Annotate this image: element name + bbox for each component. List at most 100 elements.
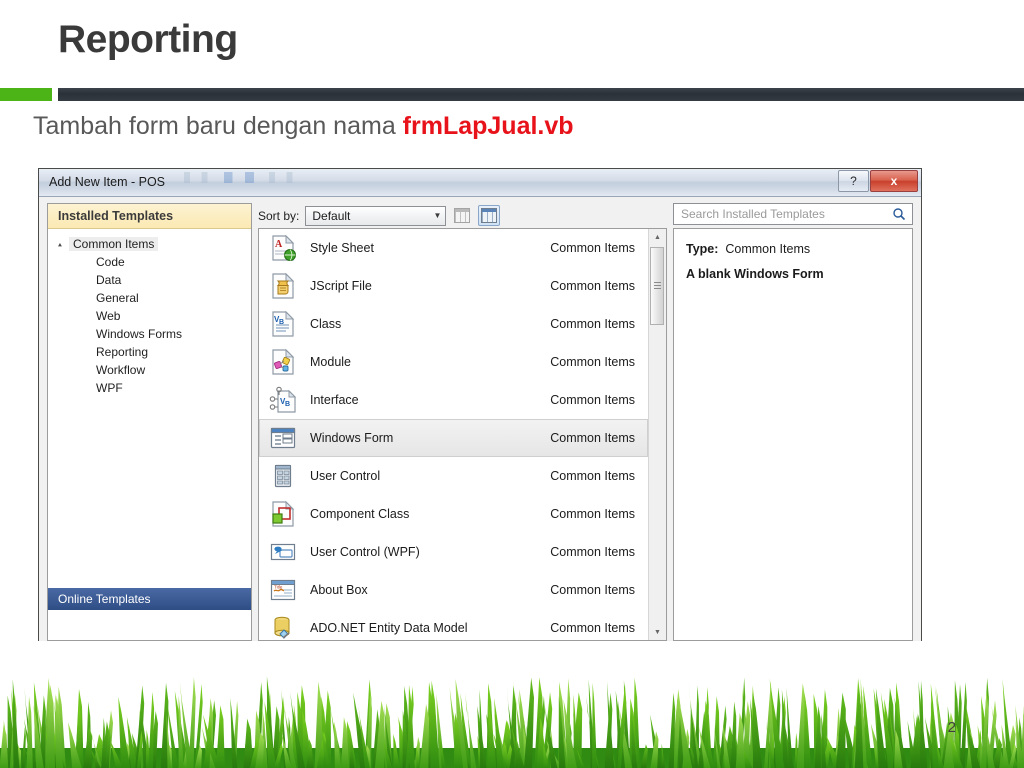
- search-input[interactable]: Search Installed Templates: [681, 207, 825, 221]
- scrollbar-grip-icon: [654, 282, 661, 289]
- style-sheet-icon: A: [268, 233, 298, 263]
- list-item-name: Component Class: [310, 507, 410, 521]
- expander-triangle-icon[interactable]: ▴: [58, 240, 69, 248]
- list-item-name: Interface: [310, 393, 359, 407]
- type-label: Type:: [686, 242, 719, 256]
- templates-list-column: Sort by: Default ▼ A Style Sheet Common …: [258, 203, 667, 641]
- list-item[interactable]: JScript File Common Items: [259, 267, 648, 305]
- tree-item-web[interactable]: Web: [48, 307, 251, 325]
- svg-text:B: B: [285, 401, 290, 408]
- tree-item-label: Web: [96, 309, 121, 323]
- page-number: 2: [947, 719, 956, 736]
- list-item[interactable]: A Style Sheet Common Items: [259, 229, 648, 267]
- list-item-name: Class: [310, 317, 342, 331]
- close-button[interactable]: x: [870, 170, 918, 192]
- tree-item-label: Data: [96, 273, 122, 287]
- list-item-category: Common Items: [550, 583, 635, 597]
- list-item[interactable]: V B Interface Common Items: [259, 381, 648, 419]
- templates-list-scrollbar[interactable]: ▲ ▼: [648, 229, 666, 640]
- list-item-name: Module: [310, 355, 351, 369]
- list-item[interactable]: V B Class Common Items: [259, 305, 648, 343]
- list-item-name: Style Sheet: [310, 241, 374, 255]
- slide-subtitle: Tambah form baru dengan nama frmLapJual.…: [33, 112, 574, 141]
- module-icon: [268, 347, 298, 377]
- add-new-item-dialog: Add New Item - POS ? x Installed Templat…: [38, 168, 922, 641]
- scrollbar-thumb[interactable]: [650, 247, 664, 325]
- tree-item-windows-forms[interactable]: Windows Forms: [48, 325, 251, 343]
- help-button[interactable]: ?: [838, 170, 869, 192]
- sort-by-label: Sort by:: [258, 208, 300, 223]
- scroll-down-button[interactable]: ▼: [649, 624, 666, 640]
- sort-by-value: Default: [312, 208, 351, 223]
- titlebar-ghost-toolbar: [174, 172, 299, 183]
- list-item[interactable]: Title About Box Common Items: [259, 571, 648, 609]
- list-item[interactable]: Windows Form Common Items: [259, 419, 648, 457]
- tree-item-reporting[interactable]: Reporting: [48, 343, 251, 361]
- tree-item-code[interactable]: Code: [48, 253, 251, 271]
- list-item-category: Common Items: [550, 431, 635, 445]
- list-item-name: Windows Form: [310, 431, 394, 445]
- list-toolbar: Sort by: Default ▼: [258, 203, 667, 228]
- component-class-icon: [268, 499, 298, 529]
- tree-item-label: Windows Forms: [96, 327, 183, 341]
- list-item[interactable]: Module Common Items: [259, 343, 648, 381]
- list-item[interactable]: Component Class Common Items: [259, 495, 648, 533]
- tree-item-label: Workflow: [96, 363, 146, 377]
- tree-item-workflow[interactable]: Workflow: [48, 361, 251, 379]
- list-item-category: Common Items: [550, 279, 635, 293]
- interface-icon: VB: [268, 385, 298, 415]
- ado-net-entity-data-model-icon: [268, 613, 298, 640]
- subtitle-text: Tambah form baru dengan nama: [33, 112, 403, 140]
- left-pane-filler: [48, 610, 251, 640]
- dialog-body: Installed Templates ▴ Common Items Code Dat…: [39, 197, 921, 641]
- jscript-file-icon: [268, 271, 298, 301]
- list-item[interactable]: User Control Common Items: [259, 457, 648, 495]
- installed-templates-pane: Installed Templates ▴ Common Items Code Dat…: [47, 203, 252, 641]
- svg-text:B: B: [279, 319, 284, 326]
- sort-by-select[interactable]: Default ▼: [305, 205, 447, 226]
- slide: Reporting Tambah form baru dengan nama f…: [0, 0, 1024, 768]
- tree-item-common-items[interactable]: ▴ Common Items: [48, 235, 251, 253]
- sidebar-item-online-templates[interactable]: Online Templates: [48, 588, 251, 610]
- templates-list-container: A Style Sheet Common Items JScript File Comm…: [258, 228, 667, 641]
- windows-form-icon: [268, 423, 298, 453]
- user-control-wpf-icon: [268, 537, 298, 567]
- list-item-category: Common Items: [550, 621, 635, 635]
- template-type-line: Type: Common Items: [686, 242, 900, 256]
- list-item-name: ADO.NET Entity Data Model: [310, 621, 468, 635]
- dialog-titlebar[interactable]: Add New Item - POS ? x: [39, 169, 921, 197]
- list-item-name: User Control: [310, 469, 381, 483]
- small-icons-view-icon: [454, 208, 471, 223]
- list-item-category: Common Items: [550, 393, 635, 407]
- dialog-title: Add New Item - POS: [49, 175, 166, 189]
- svg-text:Title: Title: [274, 585, 283, 590]
- list-item[interactable]: User Control (WPF) Common Items: [259, 533, 648, 571]
- tree-item-data[interactable]: Data: [48, 271, 251, 289]
- list-item-category: Common Items: [550, 545, 635, 559]
- svg-text:A: A: [275, 239, 283, 250]
- small-icons-view-button[interactable]: [451, 205, 473, 226]
- accent-rule-green: [0, 88, 52, 101]
- type-value: Common Items: [725, 242, 811, 256]
- search-templates-field[interactable]: Search Installed Templates: [673, 203, 913, 225]
- template-description: A blank Windows Form: [686, 267, 824, 281]
- large-icons-view-button[interactable]: [478, 205, 501, 226]
- list-item-category: Common Items: [550, 469, 635, 483]
- templates-list[interactable]: A Style Sheet Common Items JScript File Comm…: [259, 229, 648, 640]
- template-details-pane: Type: Common Items A blank Windows Form: [673, 228, 913, 641]
- large-icons-view-icon: [481, 208, 498, 223]
- list-item-category: Common Items: [550, 355, 635, 369]
- tree-item-label: Code: [96, 255, 125, 269]
- list-item-category: Common Items: [550, 241, 635, 255]
- list-item[interactable]: ADO.NET Entity Data Model Common Items: [259, 609, 648, 640]
- scroll-up-button[interactable]: ▲: [649, 229, 666, 245]
- tree-item-wpf[interactable]: WPF: [48, 379, 251, 397]
- grass-icon: [0, 676, 1024, 768]
- list-item-name: User Control (WPF): [310, 545, 420, 559]
- templates-tree: ▴ Common Items Code Data General Web Windows F…: [48, 229, 251, 588]
- page-title: Reporting: [58, 18, 238, 61]
- list-item-name: JScript File: [310, 279, 372, 293]
- installed-templates-header: Installed Templates: [48, 204, 251, 229]
- tree-item-general[interactable]: General: [48, 289, 251, 307]
- grass-footer-decoration: 2: [0, 656, 1024, 768]
